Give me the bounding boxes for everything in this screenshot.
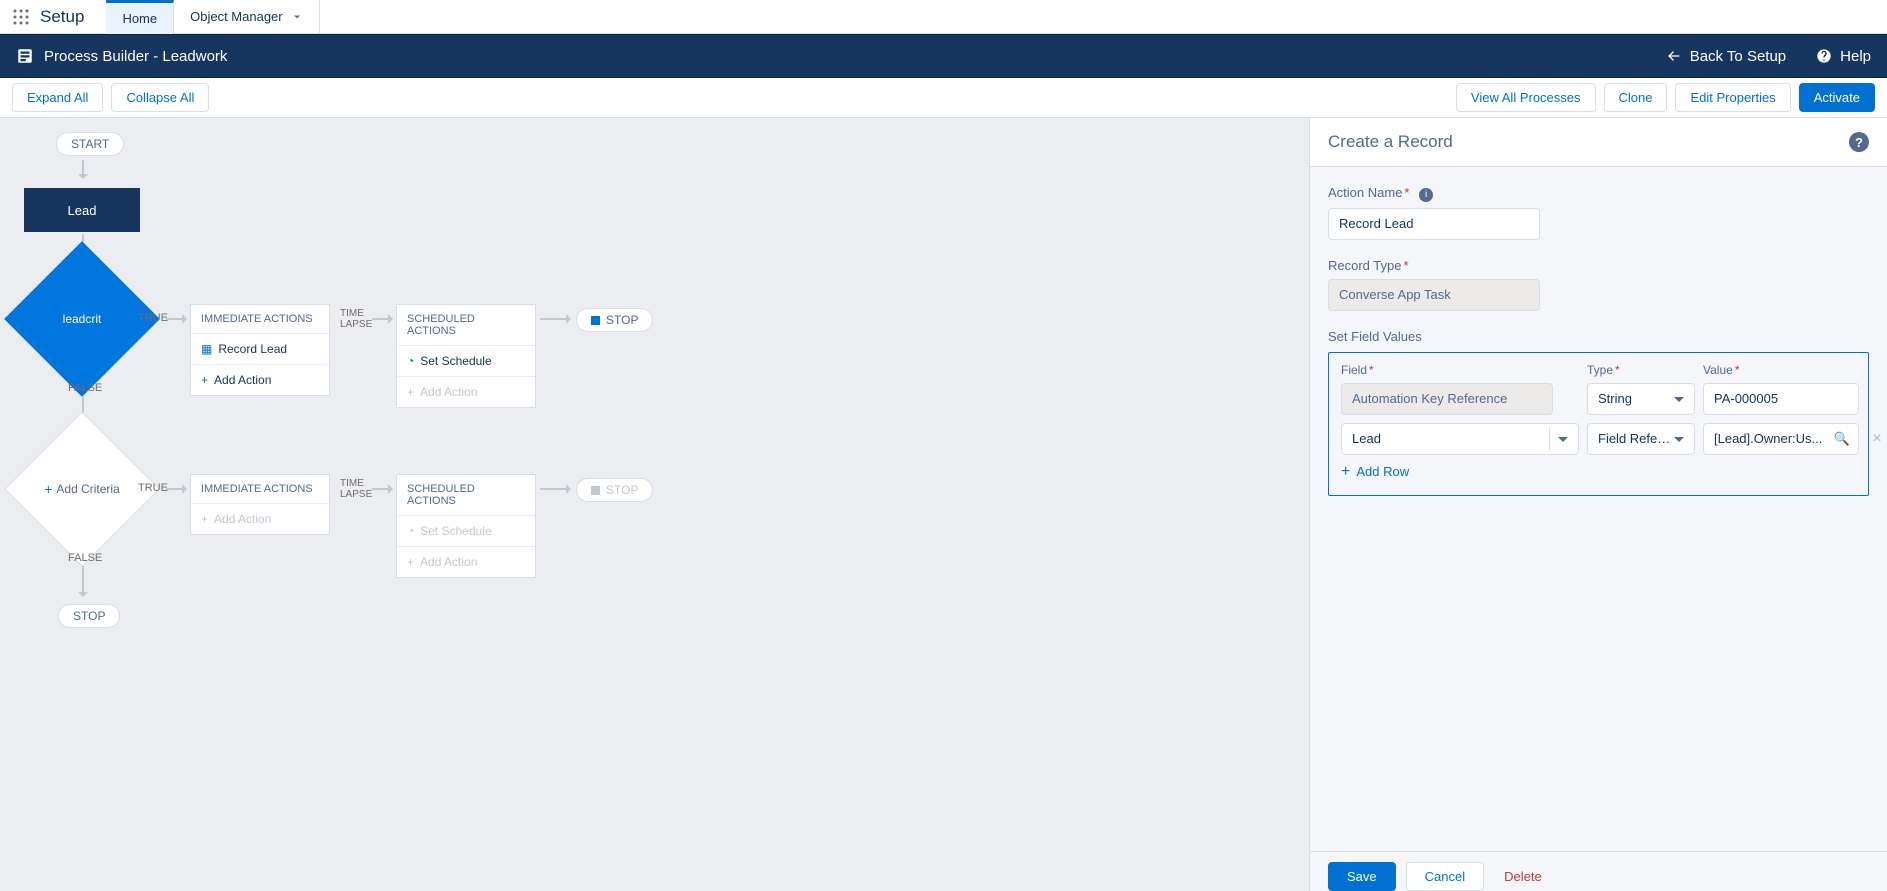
- criteria-false-label: FALSE: [68, 382, 102, 394]
- main: START Lead leadcrit TRUE FALSE IMMEDIATE…: [0, 118, 1887, 891]
- set-schedule-disabled: ◔ Set Schedule: [397, 515, 535, 546]
- stop-pill-1[interactable]: STOP: [576, 308, 653, 332]
- plus-icon: +: [201, 512, 208, 526]
- record-type-input[interactable]: Converse App Task: [1328, 279, 1540, 311]
- arrow: [372, 488, 392, 490]
- arrow-left-icon: [1666, 48, 1682, 64]
- arrow: [166, 318, 186, 320]
- chevron-down-icon: [291, 11, 303, 23]
- panel-title: Create a Record: [1328, 132, 1453, 152]
- add-row-button[interactable]: + Add Row: [1341, 463, 1856, 481]
- type-select[interactable]: Field Reference: [1587, 423, 1695, 455]
- add-action-disabled-3: + Add Action: [397, 546, 535, 577]
- immediate-actions-box-2: IMMEDIATE ACTIONS + Add Action: [190, 474, 330, 535]
- clone-button[interactable]: Clone: [1604, 83, 1668, 112]
- expand-all-button[interactable]: Expand All: [12, 83, 103, 112]
- action-name-input[interactable]: [1328, 208, 1540, 240]
- info-icon[interactable]: i: [1419, 188, 1433, 202]
- criteria-false-label-2: FALSE: [68, 552, 102, 564]
- help-icon: [1816, 48, 1832, 64]
- panel-footer: Save Cancel Delete: [1310, 851, 1887, 891]
- field-values-grid: Field* Type* Value* Automation Key Refer…: [1328, 352, 1869, 496]
- tabs: Home Object Manager: [106, 0, 319, 34]
- tab-home[interactable]: Home: [106, 0, 174, 34]
- field-row: Lead Field Reference [Lead].Owner:Us... …: [1341, 423, 1856, 455]
- panel-header: Create a Record ?: [1310, 118, 1887, 167]
- toolbar: Expand All Collapse All View All Process…: [0, 78, 1887, 118]
- arrow: [82, 160, 84, 178]
- panel-help-icon[interactable]: ?: [1849, 132, 1869, 152]
- cancel-button[interactable]: Cancel: [1406, 862, 1484, 891]
- add-criteria-node[interactable]: +Add Criteria: [27, 434, 137, 544]
- arrow: [540, 488, 570, 490]
- delete-row-icon[interactable]: ×: [1867, 430, 1887, 448]
- arrow: [166, 488, 186, 490]
- record-icon: ▦: [201, 342, 212, 356]
- search-icon: 🔍: [1834, 431, 1850, 447]
- arrow: [540, 318, 570, 320]
- criteria-true-label-2: TRUE: [138, 482, 168, 494]
- set-field-values-label: Set Field Values: [1328, 329, 1869, 344]
- field-select[interactable]: Lead: [1341, 423, 1579, 455]
- set-schedule-button[interactable]: ◔ Set Schedule: [397, 345, 535, 376]
- plus-icon: +: [407, 385, 414, 399]
- process-builder-icon: [16, 47, 34, 65]
- scheduled-actions-box-2: SCHEDULED ACTIONS ◔ Set Schedule + Add A…: [396, 474, 536, 578]
- panel-body: Action Name* i Record Type* Converse App…: [1310, 167, 1887, 851]
- stop-icon: [591, 486, 600, 495]
- save-button[interactable]: Save: [1328, 862, 1396, 891]
- arrow: [82, 566, 84, 596]
- help-link[interactable]: Help: [1816, 48, 1871, 65]
- side-panel: Create a Record ? Action Name* i Record …: [1310, 118, 1887, 891]
- value-lookup[interactable]: [Lead].Owner:Us... 🔍: [1703, 423, 1859, 455]
- app-launcher-icon[interactable]: [4, 0, 38, 34]
- add-action-disabled: + Add Action: [397, 376, 535, 407]
- plus-icon: +: [44, 481, 52, 497]
- top-nav: Setup Home Object Manager: [0, 0, 1887, 34]
- field-select[interactable]: Automation Key Reference: [1341, 383, 1553, 415]
- criteria-true-label: TRUE: [138, 312, 168, 324]
- tab-object-manager[interactable]: Object Manager: [174, 0, 320, 34]
- activate-button[interactable]: Activate: [1799, 83, 1875, 112]
- arrow: [372, 318, 392, 320]
- view-all-processes-button[interactable]: View All Processes: [1456, 83, 1596, 112]
- canvas: START Lead leadcrit TRUE FALSE IMMEDIATE…: [0, 118, 1310, 891]
- add-action-button[interactable]: + Add Action: [191, 364, 329, 395]
- object-node[interactable]: Lead: [24, 188, 140, 232]
- start-pill: START: [56, 132, 124, 156]
- delete-button[interactable]: Delete: [1494, 862, 1552, 891]
- clock-icon: ◔: [407, 524, 414, 538]
- criteria-node-leadcrit[interactable]: leadcrit: [27, 264, 137, 374]
- page-title: Process Builder - Leadwork: [44, 48, 227, 65]
- add-action-disabled-2: + Add Action: [191, 503, 329, 534]
- field-headers: Field* Type* Value*: [1341, 363, 1856, 377]
- field-row: Automation Key Reference String: [1341, 383, 1856, 415]
- clock-icon: ◔: [407, 354, 414, 368]
- action-name-label: Action Name* i: [1328, 185, 1869, 202]
- action-record-lead[interactable]: ▦ Record Lead: [191, 333, 329, 364]
- plus-icon: +: [407, 555, 414, 569]
- title-bar: Process Builder - Leadwork Back To Setup…: [0, 34, 1887, 78]
- setup-label: Setup: [40, 7, 84, 27]
- scheduled-actions-box-1: SCHEDULED ACTIONS ◔ Set Schedule + Add A…: [396, 304, 536, 408]
- plus-icon: +: [1341, 463, 1350, 481]
- stop-icon: [591, 316, 600, 325]
- value-input[interactable]: [1703, 383, 1859, 415]
- plus-icon: +: [201, 373, 208, 387]
- final-stop-pill: STOP: [58, 604, 120, 628]
- stop-pill-2: STOP: [576, 478, 653, 502]
- record-type-label: Record Type*: [1328, 258, 1869, 273]
- back-to-setup-link[interactable]: Back To Setup: [1666, 48, 1786, 65]
- immediate-actions-box-1: IMMEDIATE ACTIONS ▦ Record Lead + Add Ac…: [190, 304, 330, 396]
- type-select[interactable]: String: [1587, 383, 1695, 415]
- collapse-all-button[interactable]: Collapse All: [111, 83, 209, 112]
- edit-properties-button[interactable]: Edit Properties: [1675, 83, 1790, 112]
